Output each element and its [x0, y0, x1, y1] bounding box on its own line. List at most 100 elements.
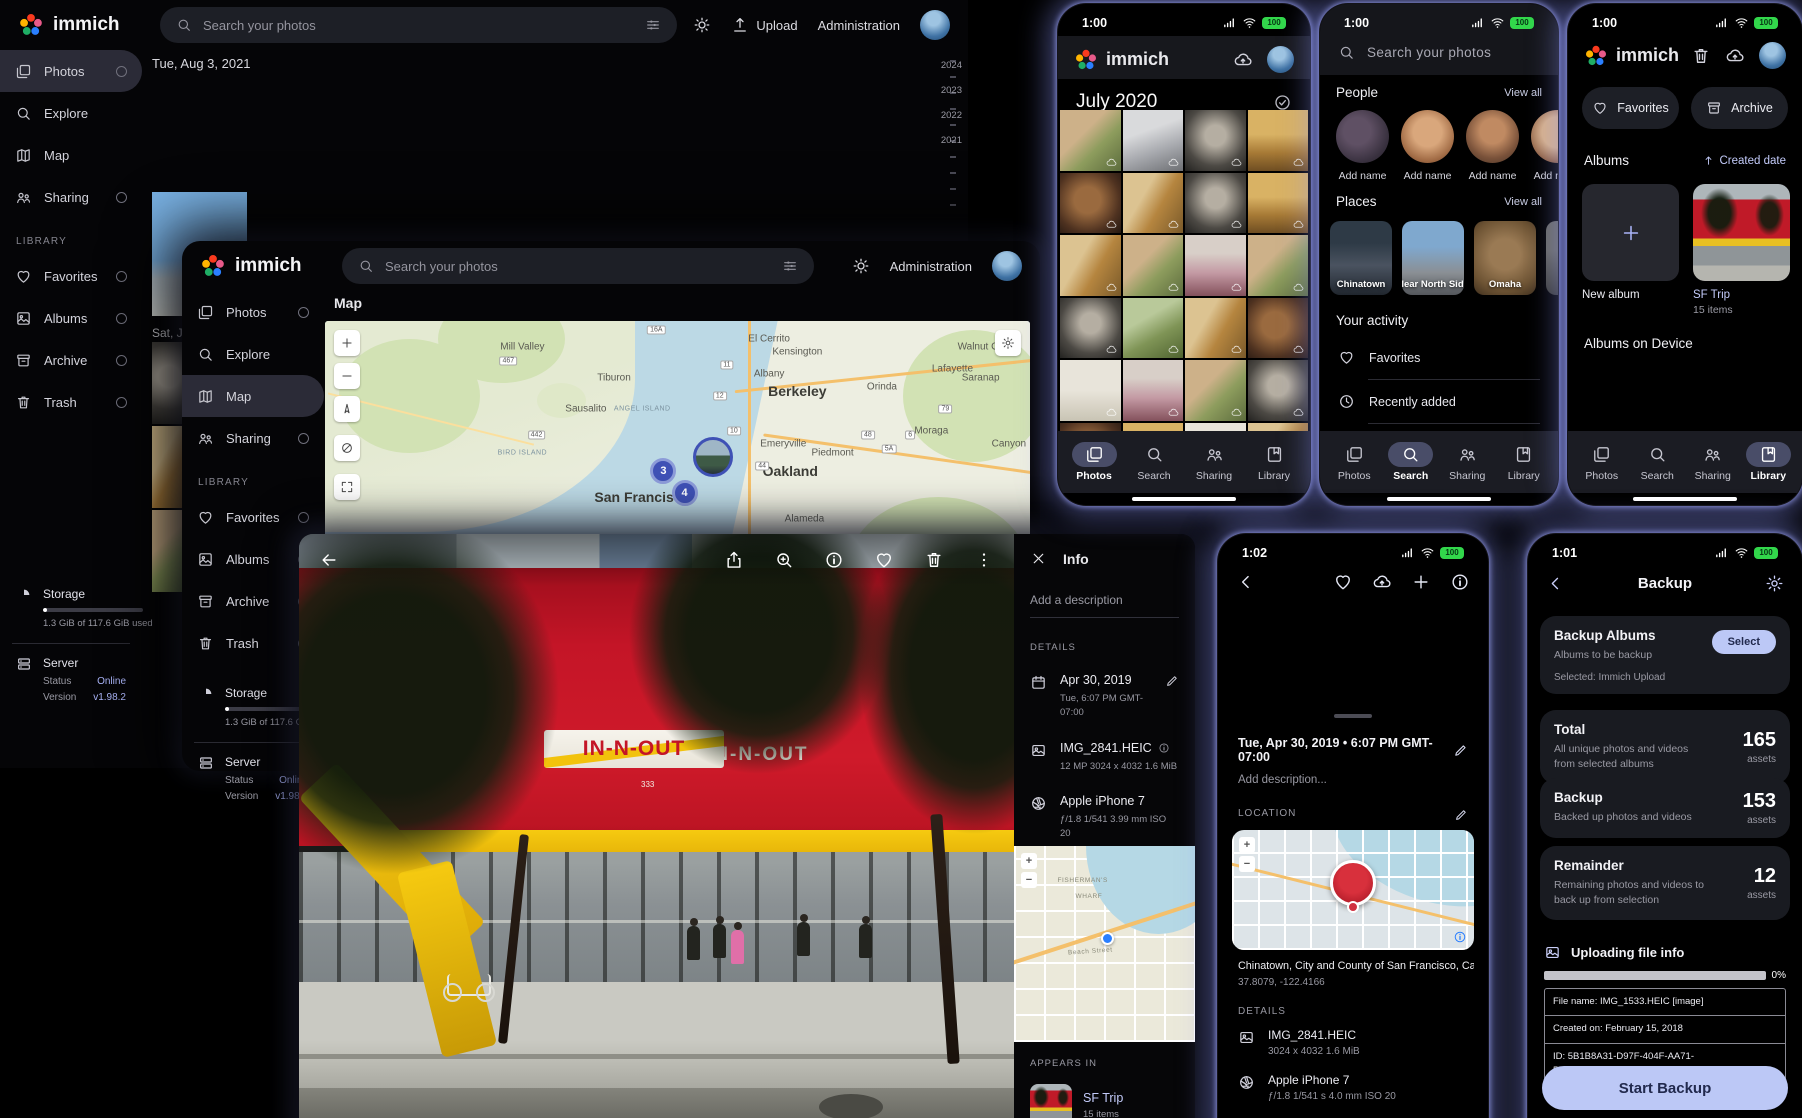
search-input[interactable]: Search your photos [342, 248, 814, 284]
photo-thumbnail[interactable] [1185, 423, 1246, 432]
photo-thumbnail[interactable] [1248, 173, 1309, 234]
user-avatar[interactable] [1267, 46, 1294, 73]
place-tile[interactable]: Pi [1546, 221, 1558, 295]
sidebar-item[interactable]: Sharing [182, 417, 324, 459]
description-input[interactable]: Add a description [1030, 593, 1179, 618]
theme-toggle-icon[interactable] [693, 16, 711, 34]
upload-button[interactable]: Upload [731, 16, 797, 34]
favorite-icon[interactable] [874, 550, 894, 570]
map-attribution-icon[interactable] [1453, 930, 1467, 944]
photo-thumbnail[interactable] [1060, 235, 1121, 296]
sidebar-item[interactable]: Favorites [0, 255, 142, 297]
sidebar-item[interactable]: Archive [0, 339, 142, 381]
nav-item[interactable]: Photos [1328, 442, 1380, 482]
photo-thumbnail[interactable] [1123, 235, 1184, 296]
sidebar-item[interactable]: Map [182, 375, 324, 417]
map-cluster-marker[interactable]: 3 [650, 458, 676, 484]
nav-item[interactable]: Search [1631, 442, 1683, 482]
nav-item[interactable]: Sharing [1441, 442, 1493, 482]
view-all-link[interactable]: View all [1504, 87, 1542, 99]
location-map[interactable]: +− [1232, 830, 1474, 950]
map-photo-marker[interactable] [693, 437, 733, 477]
photo-thumbnail[interactable] [1060, 173, 1121, 234]
nav-item[interactable]: Search [1385, 442, 1437, 482]
back-chevron-icon[interactable] [1236, 572, 1256, 592]
map-zoom-out-button[interactable] [334, 363, 360, 389]
add-to-album-icon[interactable] [1411, 572, 1431, 592]
photo-thumbnail[interactable] [1060, 298, 1121, 359]
map-zoom-in-button[interactable] [334, 330, 360, 356]
sidebar-item[interactable]: Photos [0, 50, 142, 92]
favorite-icon[interactable] [1333, 572, 1353, 592]
user-avatar[interactable] [1759, 42, 1786, 69]
search-input[interactable]: Search your photos [160, 7, 677, 43]
backup-cloud-icon[interactable] [1233, 50, 1253, 70]
photo-thumbnail[interactable] [152, 426, 186, 508]
person-item[interactable]: Add name [1466, 110, 1519, 182]
edit-pencil-icon[interactable] [1454, 808, 1468, 822]
nav-item[interactable]: Search [1128, 442, 1180, 482]
photo-thumbnail[interactable] [1123, 423, 1184, 432]
photo-thumbnail[interactable] [1185, 173, 1246, 234]
sidebar-item[interactable]: Sharing [0, 176, 142, 218]
map-cluster-marker[interactable]: 4 [672, 480, 698, 506]
backup-cloud-icon[interactable] [1725, 46, 1745, 66]
add-name-label[interactable]: Add name [1339, 170, 1387, 182]
upload-cloud-icon[interactable] [1372, 572, 1392, 592]
select-all-icon[interactable] [1273, 93, 1292, 112]
photo-thumbnail[interactable] [1123, 110, 1184, 171]
view-all-link[interactable]: View all [1504, 196, 1542, 208]
select-button[interactable]: Select [1712, 630, 1776, 654]
photo-thumbnail[interactable] [1248, 110, 1309, 171]
user-avatar[interactable] [992, 251, 1022, 281]
info-icon[interactable] [824, 550, 844, 570]
photo-thumbnail[interactable] [1248, 423, 1309, 432]
close-icon[interactable] [1030, 550, 1047, 567]
new-album-card[interactable]: New album [1582, 184, 1679, 316]
map-style-button[interactable] [334, 435, 360, 461]
sidebar-item[interactable]: Photos [182, 291, 324, 333]
photo-thumbnail[interactable] [1248, 360, 1309, 421]
nav-item[interactable]: Sharing [1188, 442, 1240, 482]
map-zoom-out-button[interactable]: − [1021, 872, 1037, 888]
photo-thumbnail[interactable] [1123, 360, 1184, 421]
description-input[interactable]: Add description... [1238, 774, 1327, 786]
photo-thumbnail[interactable] [1060, 110, 1121, 171]
delete-icon[interactable] [924, 550, 944, 570]
start-backup-button[interactable]: Start Backup [1542, 1066, 1788, 1110]
photo-thumbnail[interactable] [1060, 360, 1121, 421]
nav-item[interactable]: Library [1248, 442, 1300, 482]
photo-detail-image[interactable]: IN-N-OUT IN-N-OUT 333 [299, 534, 1014, 1118]
photo-thumbnail[interactable] [152, 510, 186, 592]
back-button[interactable] [319, 550, 339, 570]
filter-sliders-icon[interactable] [645, 17, 661, 33]
more-options-icon[interactable] [974, 550, 994, 570]
map-zoom-in-button[interactable]: + [1239, 837, 1255, 853]
album-card[interactable]: SF Trip 15 items [1693, 184, 1790, 316]
trash-icon[interactable] [1691, 46, 1711, 66]
edit-pencil-icon[interactable] [1165, 674, 1179, 688]
place-tile[interactable]: Omaha [1474, 221, 1536, 295]
nav-item[interactable]: Sharing [1687, 442, 1739, 482]
nav-item[interactable]: Library [1498, 442, 1550, 482]
sidebar-item[interactable]: Favorites [182, 496, 324, 538]
map-zoom-out-button[interactable]: − [1239, 856, 1255, 872]
sidebar-item[interactable]: Explore [0, 92, 142, 134]
sort-button[interactable]: Created date [1702, 154, 1787, 167]
photo-thumbnail[interactable] [1060, 423, 1121, 432]
zoom-in-icon[interactable] [774, 550, 794, 570]
sidebar-item[interactable]: Trash [0, 381, 142, 423]
nav-item[interactable]: Library [1742, 442, 1794, 482]
add-name-label[interactable]: Add name [1534, 170, 1558, 182]
share-icon[interactable] [724, 550, 744, 570]
photo-thumbnail[interactable] [152, 342, 186, 424]
administration-link[interactable]: Administration [818, 18, 900, 33]
map-fullscreen-button[interactable] [334, 474, 360, 500]
map-compass-button[interactable] [334, 396, 360, 422]
photo-thumbnail[interactable] [1248, 298, 1309, 359]
file-info-icon[interactable] [1158, 742, 1170, 754]
activity-item[interactable]: Recently added [1320, 380, 1558, 423]
sidebar-item[interactable]: Explore [182, 333, 324, 375]
photo-thumbnail[interactable] [1123, 298, 1184, 359]
photo-thumbnail[interactable] [1123, 173, 1184, 234]
